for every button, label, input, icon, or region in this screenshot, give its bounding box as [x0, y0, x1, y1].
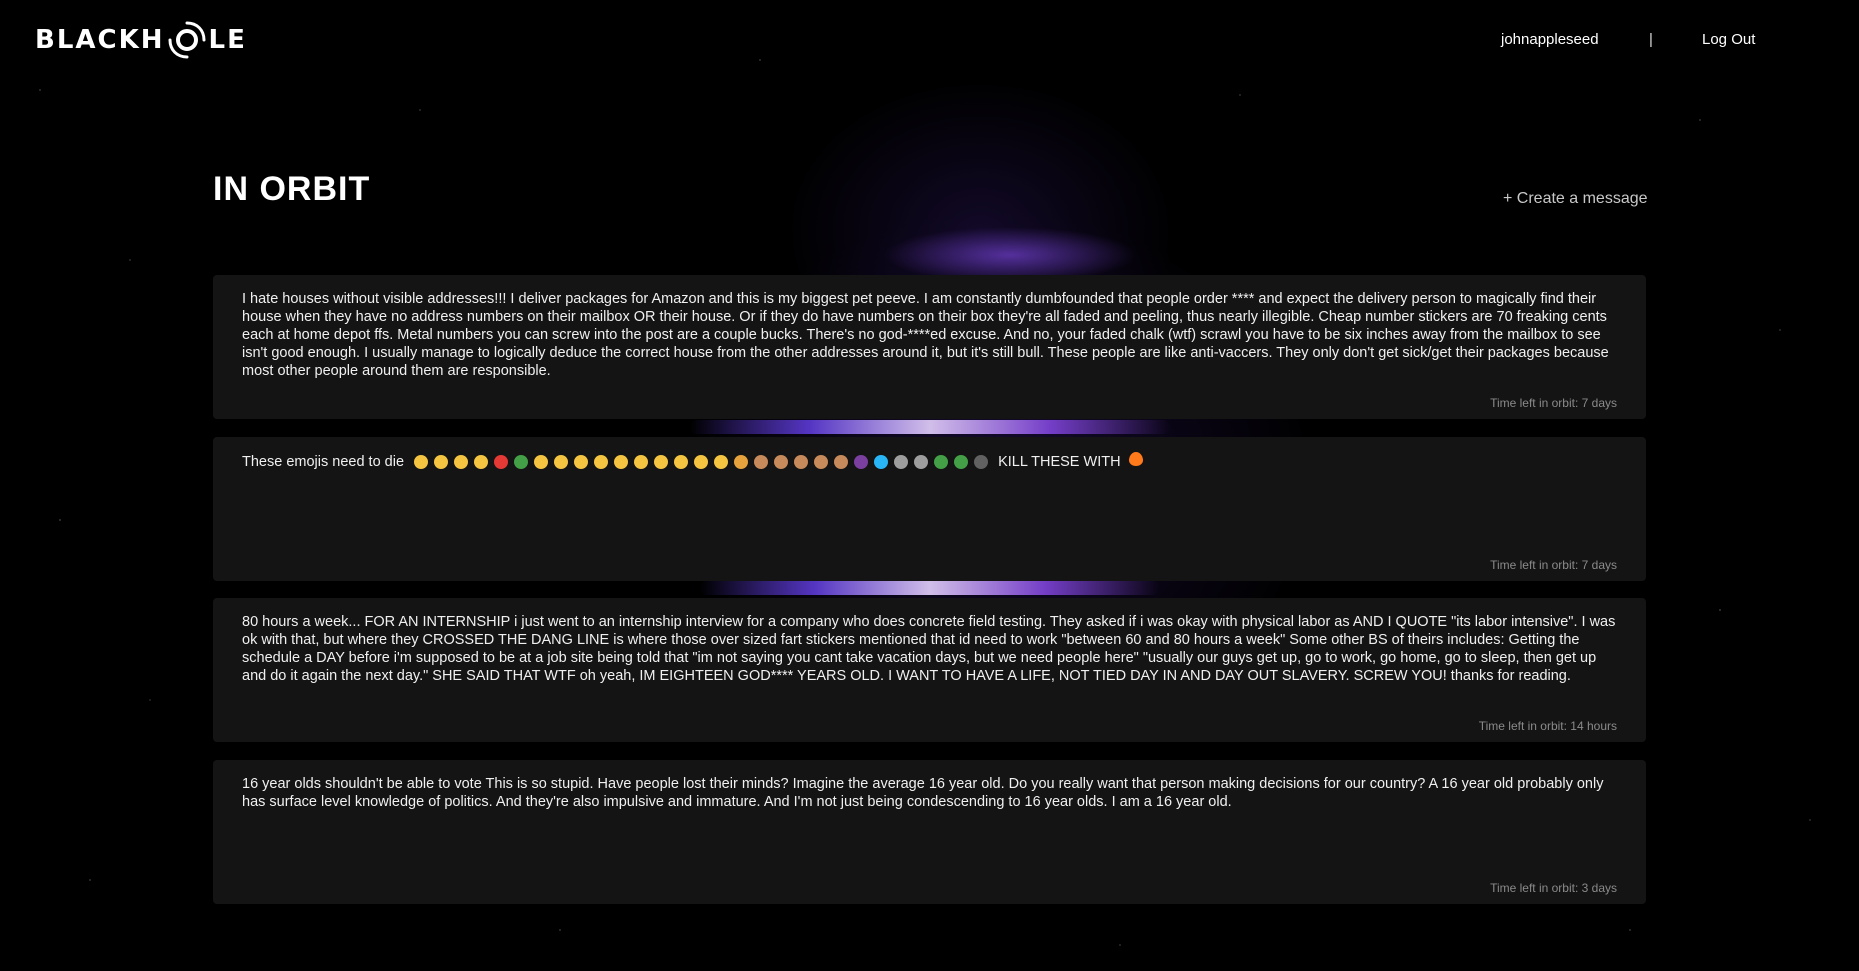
- message-card[interactable]: These emojis need to die KILL THESE WITH…: [213, 437, 1646, 581]
- emoji-icon: [574, 455, 589, 470]
- emoji-icon: [454, 455, 469, 470]
- emoji-icon: [434, 455, 449, 470]
- emoji-icon: [794, 455, 809, 470]
- time-left: Time left in orbit: 3 days: [1490, 881, 1617, 895]
- emoji-icon: [734, 455, 749, 470]
- message-card[interactable]: 16 year olds shouldn't be able to vote T…: [213, 760, 1646, 904]
- message-card[interactable]: I hate houses without visible addresses!…: [213, 275, 1646, 419]
- emoji-icon: [874, 455, 889, 470]
- top-bar: BLACKH LE johnappleseed | Log Out: [0, 0, 1859, 80]
- logo-text-right: LE: [208, 25, 247, 55]
- emoji-icon: [934, 455, 949, 470]
- emoji-icon: [694, 455, 709, 470]
- emoji-icon: [814, 455, 829, 470]
- emoji-icon: [674, 455, 689, 470]
- create-message-link[interactable]: + Create a message: [1503, 190, 1648, 208]
- message-text-after: KILL THESE WITH: [998, 454, 1121, 470]
- message-text: These emojis need to die KILL THESE WITH: [242, 452, 1622, 471]
- emoji-icon: [634, 455, 649, 470]
- emoji-icon: [554, 455, 569, 470]
- message-text: 80 hours a week... FOR AN INTERNSHIP i j…: [242, 614, 1616, 684]
- emoji-icon: [534, 455, 549, 470]
- emoji-icon: [954, 455, 969, 470]
- message-card[interactable]: 80 hours a week... FOR AN INTERNSHIP i j…: [213, 598, 1646, 742]
- logo-text-left: BLACKH: [35, 25, 165, 55]
- emoji-icon: [474, 455, 489, 470]
- emoji-icon: [834, 455, 849, 470]
- emoji-icon: [754, 455, 769, 470]
- emoji-icon: [594, 455, 609, 470]
- emoji-icon: [714, 455, 729, 470]
- time-left: Time left in orbit: 14 hours: [1478, 719, 1617, 733]
- username-link[interactable]: johnappleseed: [1501, 31, 1599, 48]
- page-background: BLACKH LE johnappleseed | Log Out IN ORB…: [0, 0, 1859, 971]
- fire-icon: [1128, 452, 1143, 466]
- emoji-icon: [514, 455, 529, 470]
- time-left: Time left in orbit: 7 days: [1490, 396, 1617, 410]
- page-title: IN ORBIT: [213, 170, 371, 208]
- emoji-icon: [894, 455, 909, 470]
- emoji-icon: [414, 455, 429, 470]
- message-text: I hate houses without visible addresses!…: [242, 291, 1609, 379]
- emoji-icon: [494, 455, 509, 470]
- emoji-icon: [854, 455, 869, 470]
- nav-divider: |: [1649, 31, 1653, 48]
- emoji-row: [414, 455, 989, 470]
- emoji-icon: [914, 455, 929, 470]
- blackhole-swirl-icon: [168, 21, 205, 59]
- app-logo[interactable]: BLACKH LE: [35, 20, 247, 60]
- message-text-before: These emojis need to die: [242, 454, 405, 470]
- emoji-icon: [974, 455, 989, 470]
- time-left: Time left in orbit: 7 days: [1490, 558, 1617, 572]
- emoji-icon: [774, 455, 789, 470]
- galaxy-glow: [690, 420, 1170, 434]
- emoji-icon: [654, 455, 669, 470]
- galaxy-glow: [700, 581, 1160, 595]
- emoji-icon: [614, 455, 629, 470]
- user-nav: johnappleseed | Log Out: [1359, 31, 1859, 51]
- message-text: 16 year olds shouldn't be able to vote T…: [242, 776, 1604, 810]
- logout-link[interactable]: Log Out: [1702, 31, 1755, 48]
